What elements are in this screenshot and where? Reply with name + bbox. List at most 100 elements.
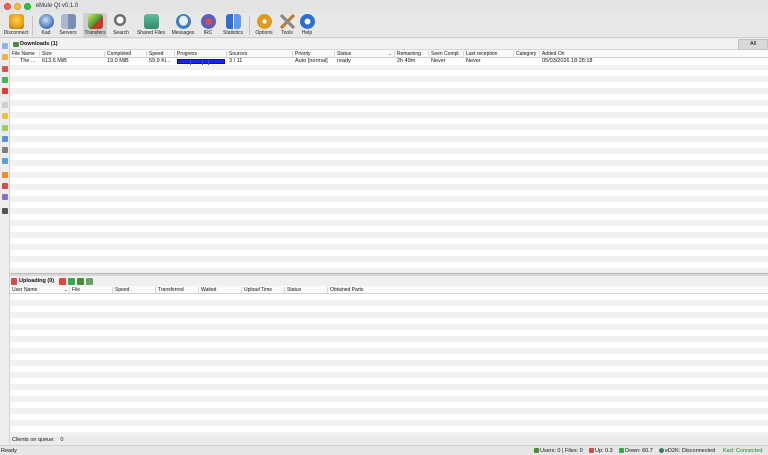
toolbar-separator bbox=[249, 16, 250, 35]
cell-remaining: 2h 49m bbox=[397, 58, 416, 64]
category-tab-all[interactable]: All bbox=[738, 39, 768, 50]
known-clients-view-icon[interactable] bbox=[86, 278, 93, 285]
toolbar-kad-button[interactable]: Kad bbox=[36, 13, 56, 38]
col-added-on[interactable]: Added On bbox=[540, 51, 768, 58]
cell-status: ready bbox=[337, 58, 351, 64]
toolbar-statistics-button[interactable]: Statistics bbox=[221, 13, 245, 38]
toolbar-tools-button[interactable]: Tools bbox=[278, 13, 296, 38]
downloads-list[interactable]: The ... 613.6 MiB 19.0 MiB 59.9 Ki... 3 … bbox=[10, 58, 768, 272]
tools-icon bbox=[279, 14, 295, 29]
resume-icon[interactable] bbox=[2, 77, 8, 83]
col-user-name[interactable]: User Name bbox=[10, 287, 70, 294]
open-folder-icon[interactable] bbox=[2, 113, 8, 119]
preview-icon[interactable] bbox=[2, 125, 8, 131]
toolbar-label: Options bbox=[255, 30, 273, 36]
col-last-reception[interactable]: Last reception bbox=[464, 51, 514, 58]
title-bar: eMule Qt v0.1.0 bbox=[0, 0, 768, 13]
downloads-icon bbox=[13, 42, 19, 47]
table-row[interactable]: The ... 613.6 MiB 19.0 MiB 59.9 Ki... 3 … bbox=[10, 58, 768, 65]
downloads-column-header: File Name Size Completed Speed Progress … bbox=[10, 50, 768, 58]
toolbar-label: Disconnect bbox=[3, 30, 29, 36]
col-file[interactable]: File bbox=[70, 287, 113, 294]
col-category[interactable]: Category bbox=[514, 51, 540, 58]
col-waited[interactable]: Waited bbox=[199, 287, 242, 294]
cell-speed: 59.9 Ki... bbox=[149, 58, 171, 64]
uploading-view-icon[interactable] bbox=[59, 278, 66, 285]
upload-arrow-icon bbox=[589, 448, 594, 453]
on-queue-view-icon[interactable] bbox=[77, 278, 84, 285]
info-icon[interactable] bbox=[2, 136, 8, 142]
file-icon[interactable] bbox=[2, 102, 8, 108]
servers-icon bbox=[60, 14, 76, 29]
stop-icon[interactable] bbox=[2, 66, 8, 72]
col-transferred[interactable]: Transferred bbox=[156, 287, 199, 294]
cell-seen-complete: Never bbox=[431, 58, 446, 64]
col-speed[interactable]: Speed bbox=[147, 51, 175, 58]
sort-indicator-icon: ⌄ bbox=[388, 51, 392, 56]
window-title: eMule Qt v0.1.0 bbox=[35, 3, 79, 9]
col-file-name[interactable]: File Name bbox=[10, 51, 40, 58]
cancel-icon[interactable] bbox=[2, 88, 8, 94]
details-icon[interactable] bbox=[2, 147, 8, 153]
status-ed2k: eD2K: Disconnected bbox=[659, 448, 715, 454]
status-upload: Up: 0.3 bbox=[589, 448, 613, 454]
toolbar-label: Statistics bbox=[222, 30, 243, 36]
col-upload-time[interactable]: Upload Time bbox=[242, 287, 285, 294]
toolbar-search-button[interactable]: Search bbox=[110, 13, 132, 38]
toolbar-separator bbox=[32, 16, 33, 35]
toolbar-label: Servers bbox=[59, 30, 77, 36]
uploads-header: Uploading (0) bbox=[10, 276, 768, 286]
toolbar-messages-button[interactable]: Messages bbox=[170, 13, 196, 38]
toolbar-servers-button[interactable]: Servers bbox=[58, 13, 78, 38]
col-progress[interactable]: Progress bbox=[175, 51, 227, 58]
disconnect-icon bbox=[8, 14, 24, 29]
col-upload-status[interactable]: Status bbox=[285, 287, 328, 294]
irc-icon bbox=[200, 14, 216, 29]
clear-icon[interactable] bbox=[2, 183, 8, 189]
uploads-list[interactable] bbox=[10, 294, 768, 436]
cell-completed: 19.0 MiB bbox=[107, 58, 129, 64]
toolbar-disconnect-button[interactable]: Disconnect bbox=[2, 13, 30, 38]
col-upload-speed[interactable]: Speed bbox=[113, 287, 156, 294]
toolbar-label: Kad bbox=[41, 30, 51, 36]
uploads-column-header: User Name File Speed Transferred Waited … bbox=[10, 286, 768, 294]
users-icon bbox=[534, 448, 539, 453]
uploads-title: Uploading (0) bbox=[19, 278, 55, 284]
collapse-icon[interactable] bbox=[2, 43, 8, 49]
category-icon[interactable] bbox=[2, 194, 8, 200]
col-completed[interactable]: Completed bbox=[105, 51, 147, 58]
toolbar-shared-files-button[interactable]: Shared Files bbox=[136, 13, 166, 38]
col-remaining[interactable]: Remaining bbox=[395, 51, 429, 58]
ed2k-icon bbox=[659, 448, 664, 453]
col-status[interactable]: Status bbox=[335, 51, 395, 58]
priority-icon[interactable] bbox=[2, 172, 8, 178]
cell-sources: 3 / 11 bbox=[229, 58, 243, 64]
status-download: Down: 60.7 bbox=[619, 448, 653, 454]
users-files-text: Users: 0 | Files: 0 bbox=[540, 448, 583, 454]
find-icon[interactable] bbox=[2, 208, 8, 214]
col-sources[interactable]: Sources bbox=[227, 51, 293, 58]
download-text: Down: 60.7 bbox=[625, 448, 653, 454]
col-obtained-parts[interactable]: Obtained Parts bbox=[328, 287, 768, 294]
toolbar-transfers-button[interactable]: Transfers bbox=[83, 13, 107, 38]
toolbar-label: Shared Files bbox=[136, 30, 166, 36]
toolbar-irc-button[interactable]: IRC bbox=[199, 13, 217, 38]
downloads-header: Downloads (1) bbox=[10, 39, 738, 50]
col-size[interactable]: Size bbox=[40, 51, 105, 58]
toolbar-label: IRC bbox=[203, 30, 213, 36]
downloading-view-icon[interactable] bbox=[68, 278, 75, 285]
status-users-files: Users: 0 | Files: 0 bbox=[534, 448, 583, 454]
cell-added-on: 05/03/2026 18:28:18 bbox=[542, 58, 593, 64]
main-toolbar: Disconnect Kad Servers Transfers Search … bbox=[0, 13, 768, 38]
messages-icon bbox=[175, 14, 191, 29]
toolbar-options-button[interactable]: Options bbox=[253, 13, 275, 38]
cell-last-reception: Never bbox=[466, 58, 481, 64]
download-progress-bar bbox=[177, 59, 225, 65]
clients-on-queue-label: Clients on queue: bbox=[12, 437, 55, 443]
col-seen-complete[interactable]: Seen Compl. bbox=[429, 51, 464, 58]
cell-size: 613.6 MiB bbox=[42, 58, 67, 64]
folder-icon[interactable] bbox=[2, 54, 8, 60]
link-icon[interactable] bbox=[2, 158, 8, 164]
toolbar-help-button[interactable]: Help bbox=[298, 13, 316, 38]
col-priority[interactable]: Priority bbox=[293, 51, 335, 58]
